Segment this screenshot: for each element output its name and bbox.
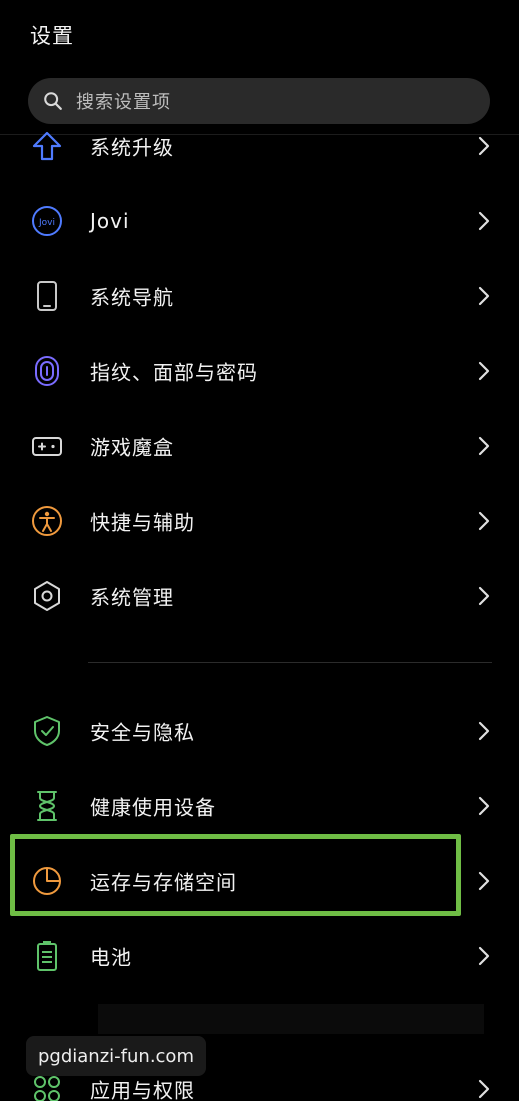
settings-item-label: 指纹、面部与密码	[90, 360, 258, 384]
chevron-right-icon	[477, 585, 491, 607]
settings-item-label: Jovi	[90, 208, 130, 233]
settings-item-security-privacy[interactable]: 安全与隐私	[0, 693, 519, 768]
chevron-right-icon	[477, 945, 491, 967]
settings-item-system-management[interactable]: 系统管理	[0, 558, 519, 633]
highlight-box	[10, 834, 461, 916]
chevron-right-icon	[477, 870, 491, 892]
hourglass-icon	[30, 789, 64, 823]
hexagon-icon	[30, 579, 64, 613]
fingerprint-icon	[30, 354, 64, 388]
settings-item-digital-wellbeing[interactable]: 健康使用设备	[0, 768, 519, 843]
settings-item-label: 游戏魔盒	[90, 435, 174, 459]
settings-item-fingerprint-face-password[interactable]: 指纹、面部与密码	[0, 333, 519, 408]
settings-item-shortcuts-accessibility[interactable]: 快捷与辅助	[0, 483, 519, 558]
section-divider-shadow	[98, 1004, 484, 1034]
settings-item-label: 系统管理	[90, 585, 174, 609]
battery-icon	[30, 939, 64, 973]
settings-item-system-navigation[interactable]: 系统导航	[0, 258, 519, 333]
settings-item-system-update[interactable]: 系统升级	[0, 108, 519, 183]
chevron-right-icon	[477, 435, 491, 457]
settings-page: 设置 搜索设置项 系统升级 Jovi Jovi 系统导航 指纹、面部与密码 游戏…	[0, 0, 519, 1101]
settings-item-label: 系统升级	[90, 135, 174, 159]
settings-item-battery[interactable]: 电池	[0, 918, 519, 993]
settings-item-label: 健康使用设备	[90, 795, 216, 819]
gamepad-icon	[30, 429, 64, 463]
svg-text:Jovi: Jovi	[38, 218, 55, 228]
arrow-up-icon	[30, 129, 64, 163]
settings-item-label: 电池	[90, 945, 132, 969]
settings-item-label: 应用与权限	[90, 1078, 195, 1101]
chevron-right-icon	[477, 210, 491, 232]
page-title: 设置	[30, 24, 74, 48]
shield-icon	[30, 714, 64, 748]
settings-item-label: 系统导航	[90, 285, 174, 309]
chevron-right-icon	[477, 1078, 491, 1100]
jovi-icon: Jovi	[30, 204, 64, 238]
chevron-right-icon	[477, 510, 491, 532]
settings-item-game-box[interactable]: 游戏魔盒	[0, 408, 519, 483]
chevron-right-icon	[477, 795, 491, 817]
chevron-right-icon	[477, 720, 491, 742]
chevron-right-icon	[477, 285, 491, 307]
settings-item-jovi[interactable]: Jovi Jovi	[0, 183, 519, 258]
settings-item-label: 安全与隐私	[90, 720, 195, 744]
chevron-right-icon	[477, 135, 491, 157]
settings-item-label: 快捷与辅助	[90, 510, 195, 534]
section-divider	[88, 662, 492, 663]
chevron-right-icon	[477, 360, 491, 382]
watermark: pgdianzi-fun.com	[26, 1036, 206, 1076]
accessibility-icon	[30, 504, 64, 538]
phone-icon	[30, 279, 64, 313]
